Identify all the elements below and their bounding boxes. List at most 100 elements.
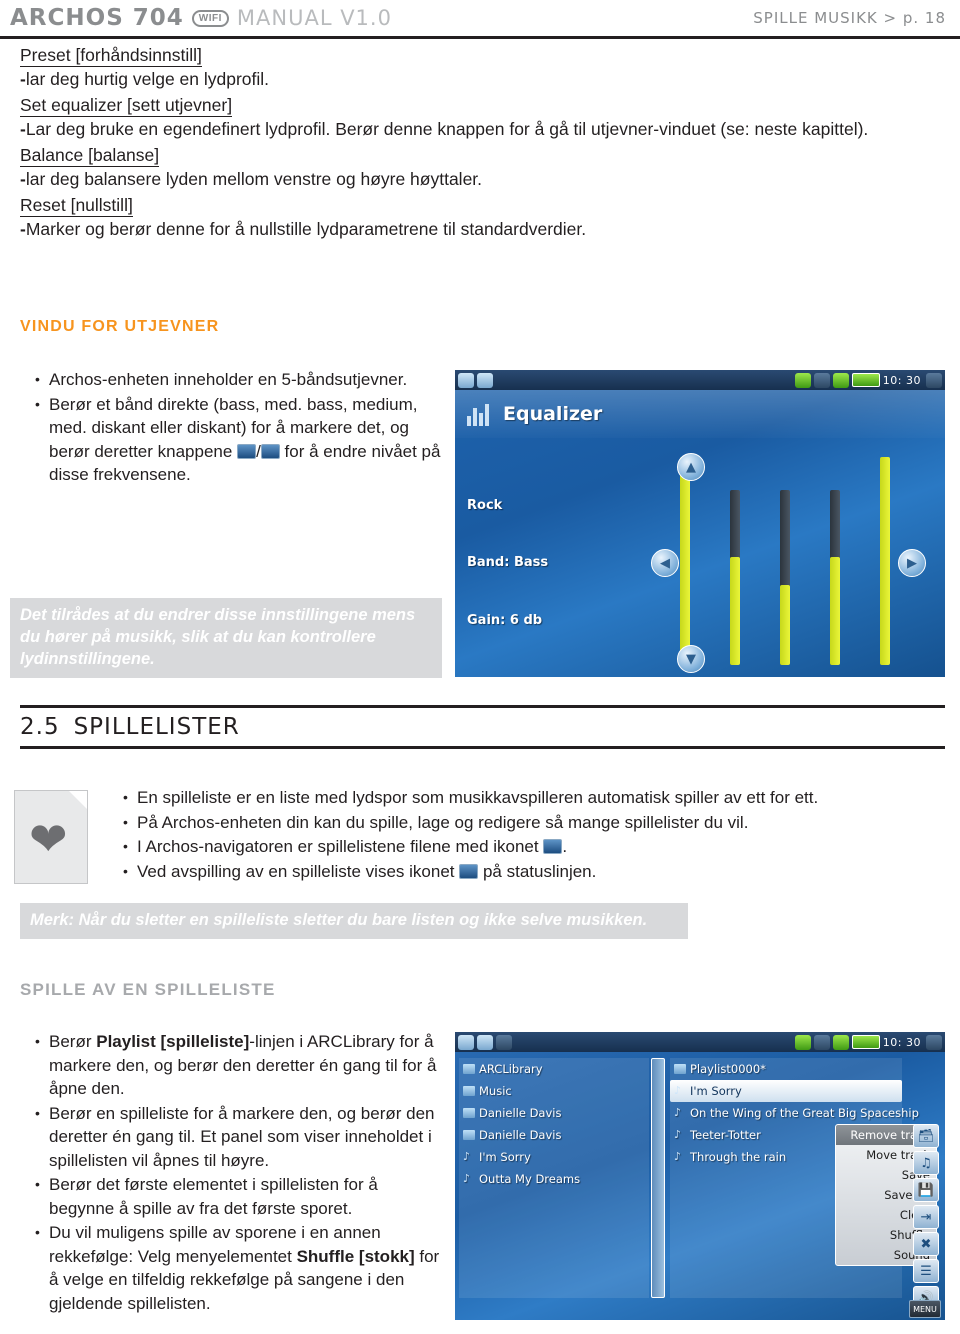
list-item[interactable]: ♪ I'm Sorry xyxy=(459,1146,649,1168)
list-item[interactable]: Danielle Davis xyxy=(459,1102,649,1124)
settings-icon[interactable] xyxy=(477,1034,493,1050)
setting-preset-term: Preset [forhåndsinnstill] xyxy=(20,45,202,67)
list-item: En spilleliste er en liste med lydspor s… xyxy=(123,786,940,810)
header-left: ARCHOS 704 WIFI MANUAL V1.0 xyxy=(10,5,392,31)
chapter-number: 2.5 xyxy=(20,714,60,740)
device-status-bar: 10: 30 xyxy=(455,1032,945,1052)
list-item-label: Through the rain xyxy=(690,1150,787,1164)
signal-icon xyxy=(832,372,849,388)
playlist-delete-note: Merk: Når du sletter en spilleliste slet… xyxy=(20,903,688,939)
chapter-rule-bottom xyxy=(20,746,945,749)
list-item-label: Outta My Dreams xyxy=(479,1172,581,1186)
left-file-pane[interactable]: ARCLibrary Music Danielle Davis Danielle… xyxy=(459,1058,649,1298)
list-item: Berør Playlist [spilleliste]-linjen i AR… xyxy=(35,1030,444,1101)
equalizer-gain-label: Gain: 6 db xyxy=(467,613,543,628)
setting-set-equalizer-desc: -Lar deg bruke en egendefinert lydprofil… xyxy=(20,117,945,142)
music-note-icon: ♪ xyxy=(674,1106,682,1119)
eq-next-band-button[interactable]: ▶ xyxy=(898,549,926,577)
home-icon[interactable] xyxy=(458,372,474,388)
equalizer-slider-area[interactable] xyxy=(680,450,930,665)
folder-icon xyxy=(463,1108,475,1118)
delete-icon[interactable]: ✖ xyxy=(913,1232,939,1256)
playlist-header-row: Playlist0000* xyxy=(670,1058,902,1080)
copy-icon[interactable]: 🗃 xyxy=(913,1124,939,1148)
list-item: Ved avspilling av en spilleliste vises i… xyxy=(123,860,940,884)
playlist-device-screenshot: 10: 30 ARCLibrary Music Danielle Davis D… xyxy=(455,1032,945,1320)
down-button-icon xyxy=(260,443,280,459)
menu-button[interactable]: MENU xyxy=(909,1300,941,1318)
chapter-heading-block: 2.5 SPILLELISTER xyxy=(20,705,945,749)
setting-balance-term: Balance [balanse] xyxy=(20,145,160,167)
home-icon[interactable] xyxy=(458,1034,474,1050)
setting-reset-desc: -Marker og berør denne for å nullstille … xyxy=(20,217,945,242)
setting-preset-desc-text: lar deg hurtig velge en lydprofil. xyxy=(25,69,270,89)
list-item: Berør det første elementet i spilleliste… xyxy=(35,1173,444,1220)
manual-version-label: MANUAL V1.0 xyxy=(236,6,392,30)
equalizer-preset-label: Rock xyxy=(467,498,503,513)
setting-balance-desc: -lar deg balansere lyden mellom venstre … xyxy=(20,167,945,192)
list-item[interactable]: ♪ I'm Sorry xyxy=(670,1080,902,1102)
list-item: Du vil muligens spille av sporene i en a… xyxy=(35,1221,444,1315)
setting-set-equalizer: Set equalizer [sett utjevner] -Lar deg b… xyxy=(20,94,945,142)
folder-icon xyxy=(463,1064,475,1074)
add-to-playlist-icon[interactable]: ♫ xyxy=(913,1151,939,1175)
volume-icon xyxy=(813,1034,830,1050)
equalizer-bars-icon xyxy=(467,402,493,426)
settings-icon[interactable] xyxy=(477,372,493,388)
setting-reset-term: Reset [nullstill] xyxy=(20,195,133,217)
list-item-label: I'm Sorry xyxy=(479,1150,531,1164)
equalizer-tip-note: Det tilrådes at du endrer disse innstill… xyxy=(10,598,442,678)
insert-icon[interactable]: ⇥ xyxy=(913,1205,939,1229)
close-icon[interactable] xyxy=(926,372,942,388)
device-status-bar: 10: 30 xyxy=(455,370,945,390)
music-note-icon: ♪ xyxy=(674,1128,682,1141)
left-pane-scrollbar[interactable] xyxy=(651,1058,665,1298)
play-icon xyxy=(794,1034,811,1050)
save-icon[interactable]: 💾 xyxy=(913,1178,939,1202)
page-header: ARCHOS 704 WIFI MANUAL V1.0 SPILLE MUSIK… xyxy=(0,0,960,36)
music-note-icon: ♪ xyxy=(463,1172,471,1185)
eq-previous-band-button[interactable]: ◀ xyxy=(651,549,679,577)
list-item[interactable]: ♪ Outta My Dreams xyxy=(459,1168,649,1190)
playlist-icon xyxy=(674,1064,686,1074)
eq-band-med-treble-lo xyxy=(830,557,840,665)
eq-decrease-button[interactable]: ▼ xyxy=(677,645,705,673)
list-item[interactable]: Music xyxy=(459,1080,649,1102)
status-bar-left-icons xyxy=(458,1034,512,1050)
browser-icon[interactable] xyxy=(496,1034,512,1050)
list-item-label: Teeter-Totter xyxy=(690,1128,761,1142)
up-button-icon xyxy=(237,443,257,459)
equalizer-bullets: Archos-enheten inneholder en 5-båndsutje… xyxy=(32,368,452,488)
setting-balance-desc-text: lar deg balansere lyden mellom venstre o… xyxy=(25,169,483,189)
list-item[interactable]: ♪ On the Wing of the Great Big Spaceship xyxy=(670,1102,919,1124)
playlist-file-inline-icon xyxy=(543,839,563,854)
eq-band-bass xyxy=(680,457,690,665)
battery-icon xyxy=(851,373,880,387)
list-item[interactable]: Danielle Davis xyxy=(459,1124,649,1146)
list-item: Archos-enheten inneholder en 5-båndsutje… xyxy=(35,368,452,392)
setting-set-equalizer-term: Set equalizer [sett utjevner] xyxy=(20,95,233,117)
equalizer-title-bar: Equalizer xyxy=(455,390,945,438)
equalizer-section-heading: VINDU FOR UTJEVNER xyxy=(20,318,220,335)
eq-band-treble xyxy=(880,457,890,665)
equalizer-section-heading-wrap: VINDU FOR UTJEVNER xyxy=(20,318,440,336)
close-icon[interactable] xyxy=(926,1034,942,1050)
setting-balance: Balance [balanse] -lar deg balansere lyd… xyxy=(20,144,945,192)
list-icon[interactable]: ☰ xyxy=(913,1259,939,1283)
list-item[interactable]: ARCLibrary xyxy=(459,1058,649,1080)
wifi-badge: WIFI xyxy=(191,10,229,27)
signal-icon xyxy=(832,1034,849,1050)
list-item-label: Danielle Davis xyxy=(479,1106,562,1120)
status-bar-left-icons xyxy=(458,372,493,388)
volume-icon xyxy=(813,372,830,388)
list-item-label: Music xyxy=(479,1084,512,1098)
list-item-label: ARCLibrary xyxy=(479,1062,543,1076)
clock-label: 10: 30 xyxy=(882,373,921,387)
play-icon xyxy=(794,372,811,388)
equalizer-title: Equalizer xyxy=(503,403,603,425)
eq-increase-button[interactable]: ▲ xyxy=(677,453,705,481)
list-item-label: Danielle Davis xyxy=(479,1128,562,1142)
side-icon-column[interactable]: 🗃 ♫ 💾 ⇥ ✖ ☰ 🔊 xyxy=(913,1124,943,1313)
setting-preset-desc: -lar deg hurtig velge en lydprofil. xyxy=(20,67,945,92)
list-item: På Archos-enheten din kan du spille, lag… xyxy=(123,811,940,835)
